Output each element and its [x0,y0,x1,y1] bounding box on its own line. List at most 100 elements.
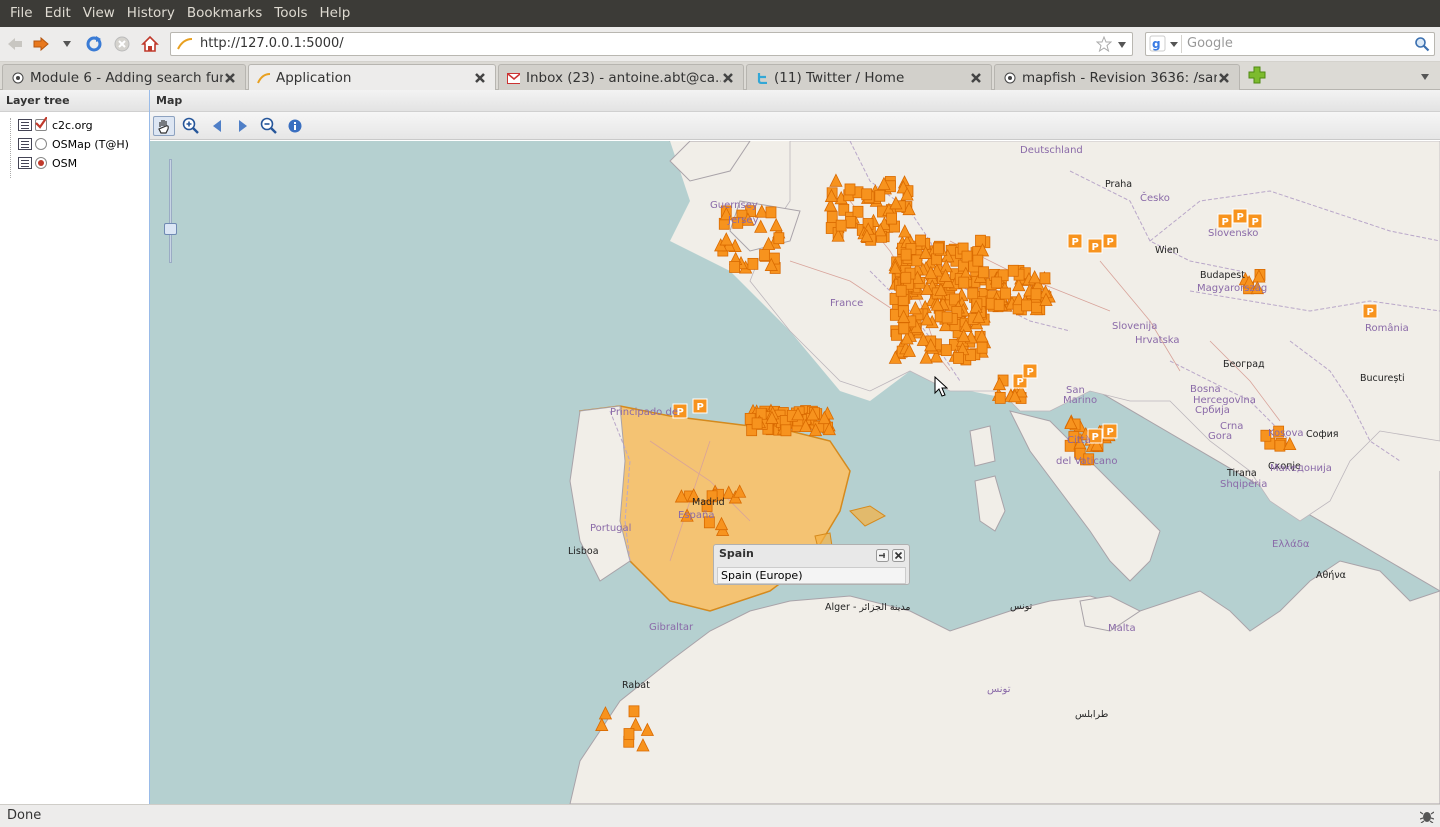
summit-marker[interactable] [961,250,973,263]
layer-radio[interactable] [35,138,47,150]
summit-marker[interactable] [933,242,944,255]
summit-marker[interactable] [826,211,838,223]
summit-marker[interactable] [1039,272,1051,285]
summit-marker[interactable] [978,266,989,279]
close-tab-icon[interactable] [721,71,735,85]
summit-marker[interactable] [940,344,952,357]
zoom-slider[interactable] [164,159,177,263]
search-input[interactable]: Google [1187,36,1233,51]
summit-marker[interactable] [976,341,988,354]
stop-button[interactable] [111,33,133,55]
summit-marker[interactable] [729,261,741,273]
summit-marker[interactable] [900,248,912,261]
menu-file[interactable]: File [4,0,39,27]
parking-marker[interactable]: P [692,398,708,414]
close-tab-icon[interactable] [223,71,237,85]
pin-popup-icon[interactable] [876,549,889,562]
tab-twitter[interactable]: (11) Twitter / Home [746,64,992,90]
summit-marker[interactable] [598,706,613,720]
summit-marker[interactable] [1031,301,1042,314]
summit-marker[interactable] [895,284,907,297]
summit-marker[interactable] [628,705,640,718]
search-engine-selector[interactable]: g [1148,35,1182,53]
parking-marker[interactable]: P [1102,233,1118,249]
zoom-in-button[interactable] [180,116,202,136]
tab-mapfish[interactable]: mapfish - Revision 3636: /san... [994,64,1240,90]
list-all-tabs-button[interactable] [1420,70,1432,82]
summit-marker[interactable] [991,276,1003,289]
summit-marker[interactable] [861,188,873,201]
pan-button[interactable] [153,116,175,136]
summit-marker[interactable] [972,254,984,267]
menu-tools[interactable]: Tools [268,0,313,27]
parking-marker[interactable]: P [1362,303,1378,319]
menu-edit[interactable]: Edit [39,0,77,27]
tab-module6[interactable]: Module 6 - Adding search fun... [2,64,246,90]
summit-marker[interactable] [845,216,857,228]
summit-marker[interactable] [915,234,926,247]
parking-marker[interactable]: P [1087,238,1103,254]
layer-node-osmap[interactable]: OSMap (T@H) [18,135,129,153]
forward-button[interactable] [30,33,52,55]
layer-checkbox[interactable] [35,117,47,131]
summit-marker[interactable] [751,417,763,430]
summit-marker[interactable] [967,287,979,300]
home-button[interactable] [139,33,161,55]
parking-marker[interactable]: P [1217,213,1233,229]
history-dropdown-button[interactable] [58,33,76,55]
summit-marker[interactable] [994,392,1006,404]
parking-marker[interactable]: P [1247,213,1263,229]
summit-marker[interactable] [759,249,770,261]
search-icon[interactable] [1414,36,1430,52]
history-back-button[interactable] [206,116,228,136]
history-forward-button[interactable] [232,116,254,136]
summit-marker[interactable] [886,212,898,225]
back-button[interactable] [4,33,26,55]
zoom-slider-thumb[interactable] [164,223,177,235]
layer-node-osm[interactable]: OSM [18,154,77,172]
parking-marker[interactable]: P [1067,233,1083,249]
menu-bookmarks[interactable]: Bookmarks [181,0,268,27]
summit-marker[interactable] [898,322,910,335]
summit-marker[interactable] [780,424,792,437]
map-viewport[interactable]: PPPPPPPPPPPPP Deutschland Praha Česko Wien B… [150,141,1440,804]
summit-marker[interactable] [852,205,864,218]
zoom-out-button[interactable] [258,116,280,136]
search-bar[interactable]: g Google [1145,32,1435,56]
summit-marker[interactable] [975,234,986,247]
layer-radio[interactable] [35,157,47,169]
new-tab-button[interactable] [1248,66,1268,86]
layer-node-c2c[interactable]: c2c.org [18,116,93,134]
summit-marker[interactable] [958,276,970,289]
parking-marker[interactable]: P [1022,363,1038,379]
summit-marker[interactable] [747,257,759,270]
summit-marker[interactable] [1030,288,1042,301]
tab-inbox[interactable]: Inbox (23) - antoine.abt@ca... [498,64,744,90]
parking-marker[interactable]: P [1102,423,1118,439]
summit-marker[interactable] [1021,299,1032,312]
summit-marker[interactable] [765,206,777,219]
menu-view[interactable]: View [77,0,121,27]
close-popup-icon[interactable] [892,549,905,562]
close-tab-icon[interactable] [1217,71,1231,85]
url-dropdown-icon[interactable] [1117,41,1127,49]
summit-marker[interactable] [1007,264,1019,277]
url-bar[interactable]: http://127.0.0.1:5000/ [170,32,1133,56]
tab-application[interactable]: Application [248,64,496,91]
summit-marker[interactable] [773,232,785,245]
parking-marker[interactable]: P [1232,208,1248,224]
info-button[interactable] [284,116,306,136]
menu-history[interactable]: History [121,0,181,27]
summit-marker[interactable] [1000,287,1011,300]
summit-marker[interactable] [835,219,847,232]
summit-marker[interactable] [941,311,953,324]
summit-marker[interactable] [993,299,1005,312]
summit-marker[interactable] [953,352,964,364]
firebug-icon[interactable] [1420,809,1434,823]
bookmark-star-icon[interactable] [1096,36,1112,52]
summit-marker[interactable] [623,728,635,740]
summit-marker[interactable] [844,183,856,196]
close-tab-icon[interactable] [473,71,487,85]
close-tab-icon[interactable] [969,71,983,85]
menu-help[interactable]: Help [314,0,357,27]
